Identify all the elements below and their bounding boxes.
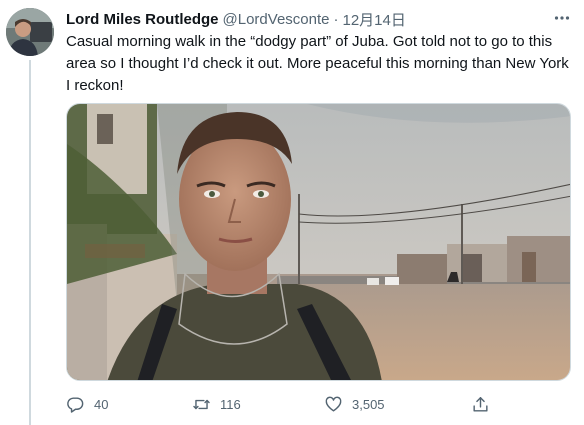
share-icon: [473, 396, 488, 412]
tweet-text: Casual morning walk in the “dodgy part” …: [66, 33, 569, 94]
like-button[interactable]: 3,505: [324, 392, 385, 416]
retweet-button[interactable]: 116: [192, 392, 241, 416]
reply-button[interactable]: 40: [66, 392, 108, 416]
share-button[interactable]: [471, 392, 490, 416]
tweet-header: Lord Miles Routledge @LordVesconte · 12月…: [66, 9, 574, 29]
reply-icon: [67, 396, 84, 413]
retweet-icon: [193, 399, 210, 409]
tweet-media-photo[interactable]: [66, 103, 571, 381]
more-horizontal-icon: [554, 16, 570, 20]
avatar[interactable]: [6, 8, 54, 56]
like-count: 3,505: [352, 396, 385, 412]
thread-line: [29, 60, 31, 425]
author-handle[interactable]: @LordVesconte: [223, 11, 330, 28]
header-separator: ·: [333, 10, 339, 28]
selfie-street-photo: [67, 104, 570, 380]
tweet-date[interactable]: 12月14日: [342, 9, 405, 30]
author-display-name[interactable]: Lord Miles Routledge: [66, 11, 219, 28]
profile-photo: [6, 8, 54, 56]
more-options-button[interactable]: [550, 7, 574, 29]
reply-count: 40: [94, 396, 109, 412]
heart-icon: [325, 396, 342, 412]
tweet-actions-bar: 40 116 3,505: [66, 392, 496, 416]
retweet-count: 116: [220, 396, 241, 412]
